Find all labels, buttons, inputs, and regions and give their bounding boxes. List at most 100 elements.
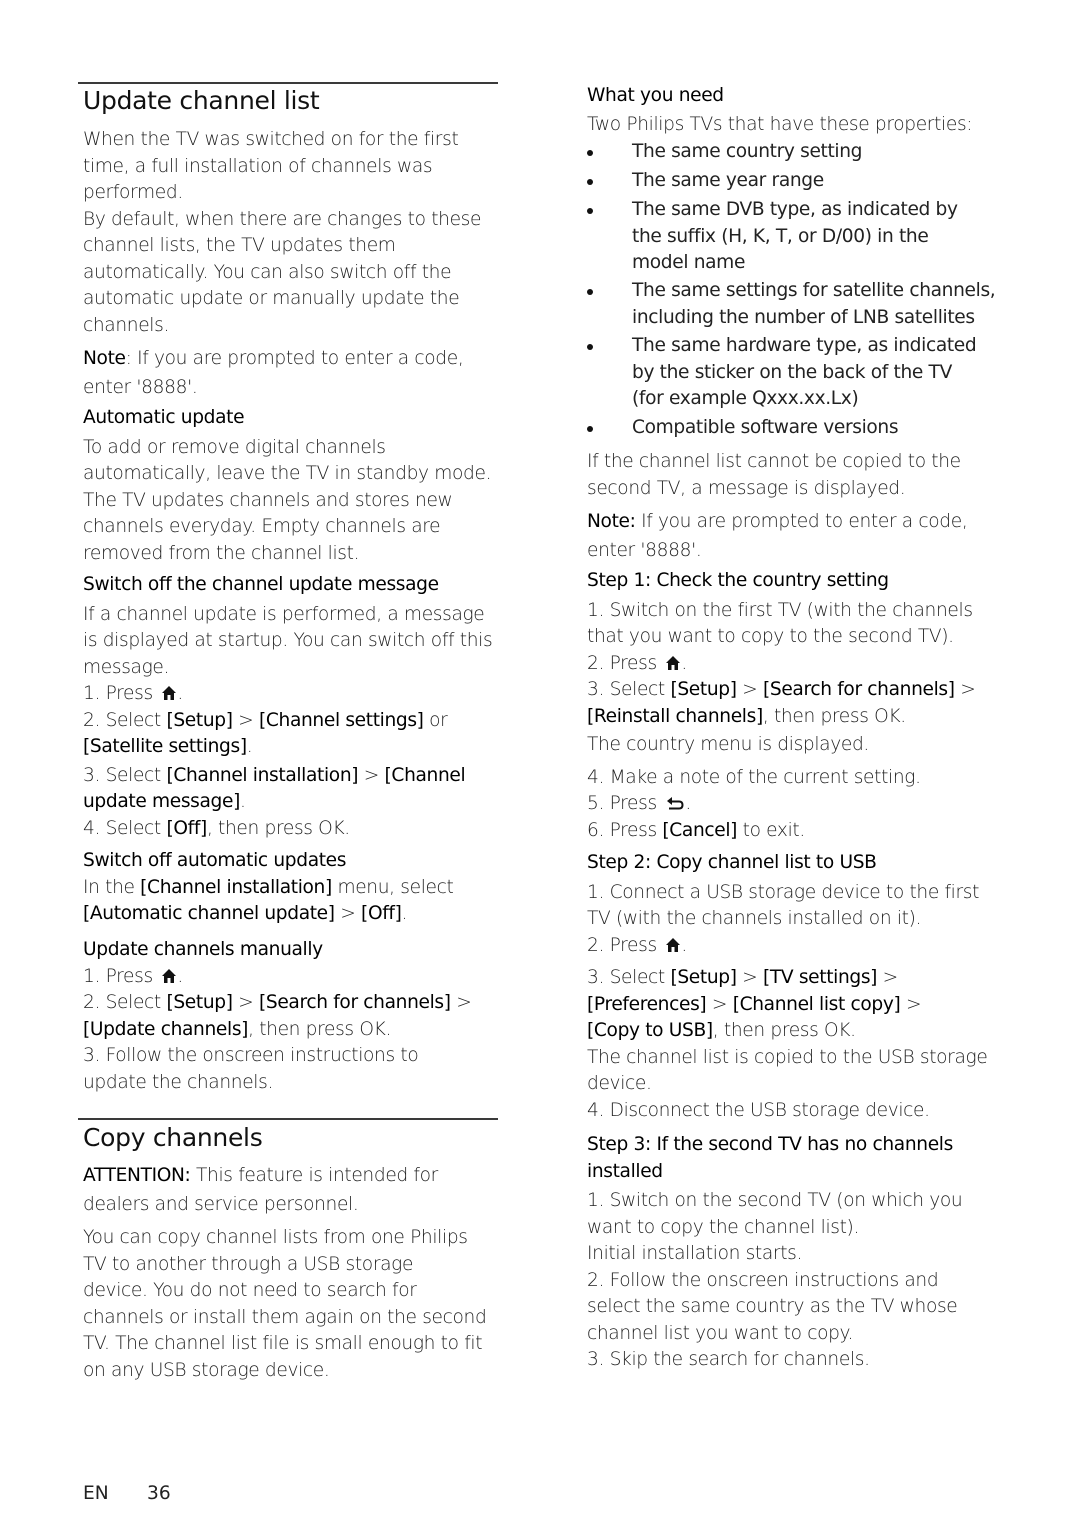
text-span: : If you are prompted to enter a code, [125, 348, 464, 369]
text-span: 2. Press [587, 652, 663, 674]
menu-path: [Cancel] [662, 819, 738, 841]
copy-fail-text: If the channel list cannot be copied to … [587, 449, 961, 502]
menu-path: [Channel list copy] [732, 993, 901, 1015]
text-span: 2. Press [587, 934, 663, 956]
text-span: 1. Press [83, 683, 159, 704]
text-line: Two Philips TVs that have these properti… [587, 114, 973, 135]
step-line: select the same country as the TV whose [587, 1296, 958, 1317]
footer-language: EN [83, 1483, 109, 1504]
bullet-text: The same hardware type, as indicated by … [632, 333, 977, 413]
text-line: automatically, leave the TV in standby m… [83, 463, 492, 484]
text-line: removed from the channel list. [83, 542, 360, 564]
text-span: to exit. [737, 819, 806, 841]
text-line: time, a full installation of channels wa… [83, 155, 433, 177]
home-icon [161, 968, 177, 984]
menu-path: [Setup] [166, 709, 233, 731]
text-line: The country menu is displayed. [587, 734, 869, 755]
text-line: by the sticker on the back of the TV [632, 361, 952, 383]
update-intro: When the TV was switched on for the firs… [83, 127, 481, 339]
subheading: What you need [587, 85, 724, 106]
step-line: [Reinstall channels], then press OK. [587, 704, 975, 731]
step-line: want to copy the channel list). [587, 1216, 860, 1238]
subheading: Step 3: If the second TV has no channels [587, 1134, 953, 1155]
text-span: 2. Select [83, 992, 167, 1013]
step-line: 1. Press . [83, 683, 183, 704]
step-line: that you want to copy to the second TV). [587, 626, 954, 647]
text-line: device. You do not need to search for [83, 1280, 417, 1301]
menu-path: [Channel installation] [140, 876, 332, 898]
back-icon [665, 795, 685, 811]
step-line: channel list you want to copy. [587, 1322, 854, 1344]
menu-path: [Automatic channel update] [83, 903, 335, 924]
bullet-icon [587, 150, 593, 156]
text-line: Note: If you are prompted to enter a cod… [83, 345, 464, 374]
update-manually: Update channels manually 1. Press . 2. S… [83, 937, 472, 1096]
text-span: > [358, 764, 385, 786]
step-line: 2. Press . [587, 652, 687, 674]
step-line: update message]. [83, 791, 246, 812]
menu-path: [Preferences] [587, 993, 707, 1015]
subheading: Step 2: Copy channel list to USB [587, 852, 877, 873]
step-line: [Copy to USB], then press OK. [587, 1018, 987, 1045]
menu-path: [Satellite settings] [83, 736, 247, 757]
text-line: automatically. You can also switch off t… [83, 261, 452, 283]
step-line: 1. Switch on the first TV (with the chan… [587, 599, 973, 621]
text-line: The channel list is copied to the USB st… [587, 1046, 988, 1068]
section-title-update: Update channel list [83, 86, 320, 115]
menu-path: [Channel settings] [258, 709, 424, 731]
step-line: 2. Select [Setup] > [Channel settings] o… [83, 708, 492, 735]
text-span: If you are prompted to enter a code, [635, 511, 968, 532]
text-span: 3. Select [83, 764, 167, 786]
text-line: If a channel update is performed, a mess… [83, 603, 485, 625]
text-line: TV to another through a USB storage [83, 1253, 414, 1275]
what-you-need: What you need Two Philips TVs that have … [587, 81, 973, 139]
menu-path: [Off] [361, 903, 402, 924]
text-line: ATTENTION: This feature is intended for [83, 1162, 438, 1191]
step-line: 2. Press . [587, 934, 687, 956]
menu-path: [Search for channels] [762, 679, 955, 700]
text-span: 2. Select [83, 709, 167, 731]
step-line: 4. Make a note of the current setting. [587, 766, 921, 788]
text-line: including the number of LNB satellites [632, 306, 975, 328]
text-span: , then press OK. [206, 817, 350, 839]
menu-path: [Setup] [166, 992, 233, 1013]
text-line: enter '8888'. [83, 376, 198, 398]
text-span: , then press OK. [762, 705, 906, 727]
text-line: The same hardware type, as indicated [632, 335, 977, 356]
automatic-update: Automatic update To add or remove digita… [83, 405, 491, 567]
text-line: TV. The channel list file is small enoug… [83, 1333, 483, 1354]
text-line: channel lists, the TV updates them [83, 235, 396, 256]
text-line: (for example Qxxx.xx.Lx) [632, 388, 859, 409]
note-label: Note [83, 348, 126, 369]
text-span: menu, select [331, 876, 454, 898]
bullet-text: The same DVB type, as indicated by the s… [632, 197, 958, 277]
text-line: You can copy channel lists from one Phil… [83, 1227, 468, 1248]
step-line: 3. Skip the search for channels. [587, 1349, 870, 1370]
text-line: channels. [83, 314, 170, 336]
text-line: The same DVB type, as indicated by [632, 199, 958, 220]
menu-path: [Update channels] [83, 1018, 249, 1040]
text-span: This feature is intended for [190, 1165, 438, 1186]
section-rule [78, 1118, 498, 1120]
home-icon [161, 685, 177, 701]
note-label: Note: [587, 511, 636, 532]
text-line: channels or install them again on the se… [83, 1306, 487, 1328]
step-line: [Update channels], then press OK. [83, 1017, 471, 1044]
text-line: is displayed at startup. You can switch … [83, 630, 493, 651]
text-line: enter '8888'. [587, 539, 702, 561]
step-line: 3. Follow the onscreen instructions to [83, 1045, 419, 1066]
bullet-text: The same settings for satellite channels… [632, 278, 996, 331]
step-line: update the channels. [83, 1071, 274, 1093]
text-span: , then press OK. [248, 1018, 392, 1040]
text-span: 3. Select [587, 967, 671, 988]
text-line: To add or remove digital channels [83, 436, 386, 458]
copy-note: Note: If you are prompted to enter a cod… [587, 508, 968, 565]
switch-off-automatic: Switch off automatic updates In the [Cha… [83, 848, 454, 928]
subheading: Update channels manually [83, 939, 323, 960]
text-line: automatic update or manually update the [83, 288, 460, 309]
text-span: or [423, 709, 448, 731]
step-line: TV (with the channels installed on it). [587, 908, 922, 929]
text-line: By default, when there are changes to th… [83, 208, 482, 230]
text-span: > [954, 679, 976, 700]
text-line: message. [83, 656, 170, 678]
